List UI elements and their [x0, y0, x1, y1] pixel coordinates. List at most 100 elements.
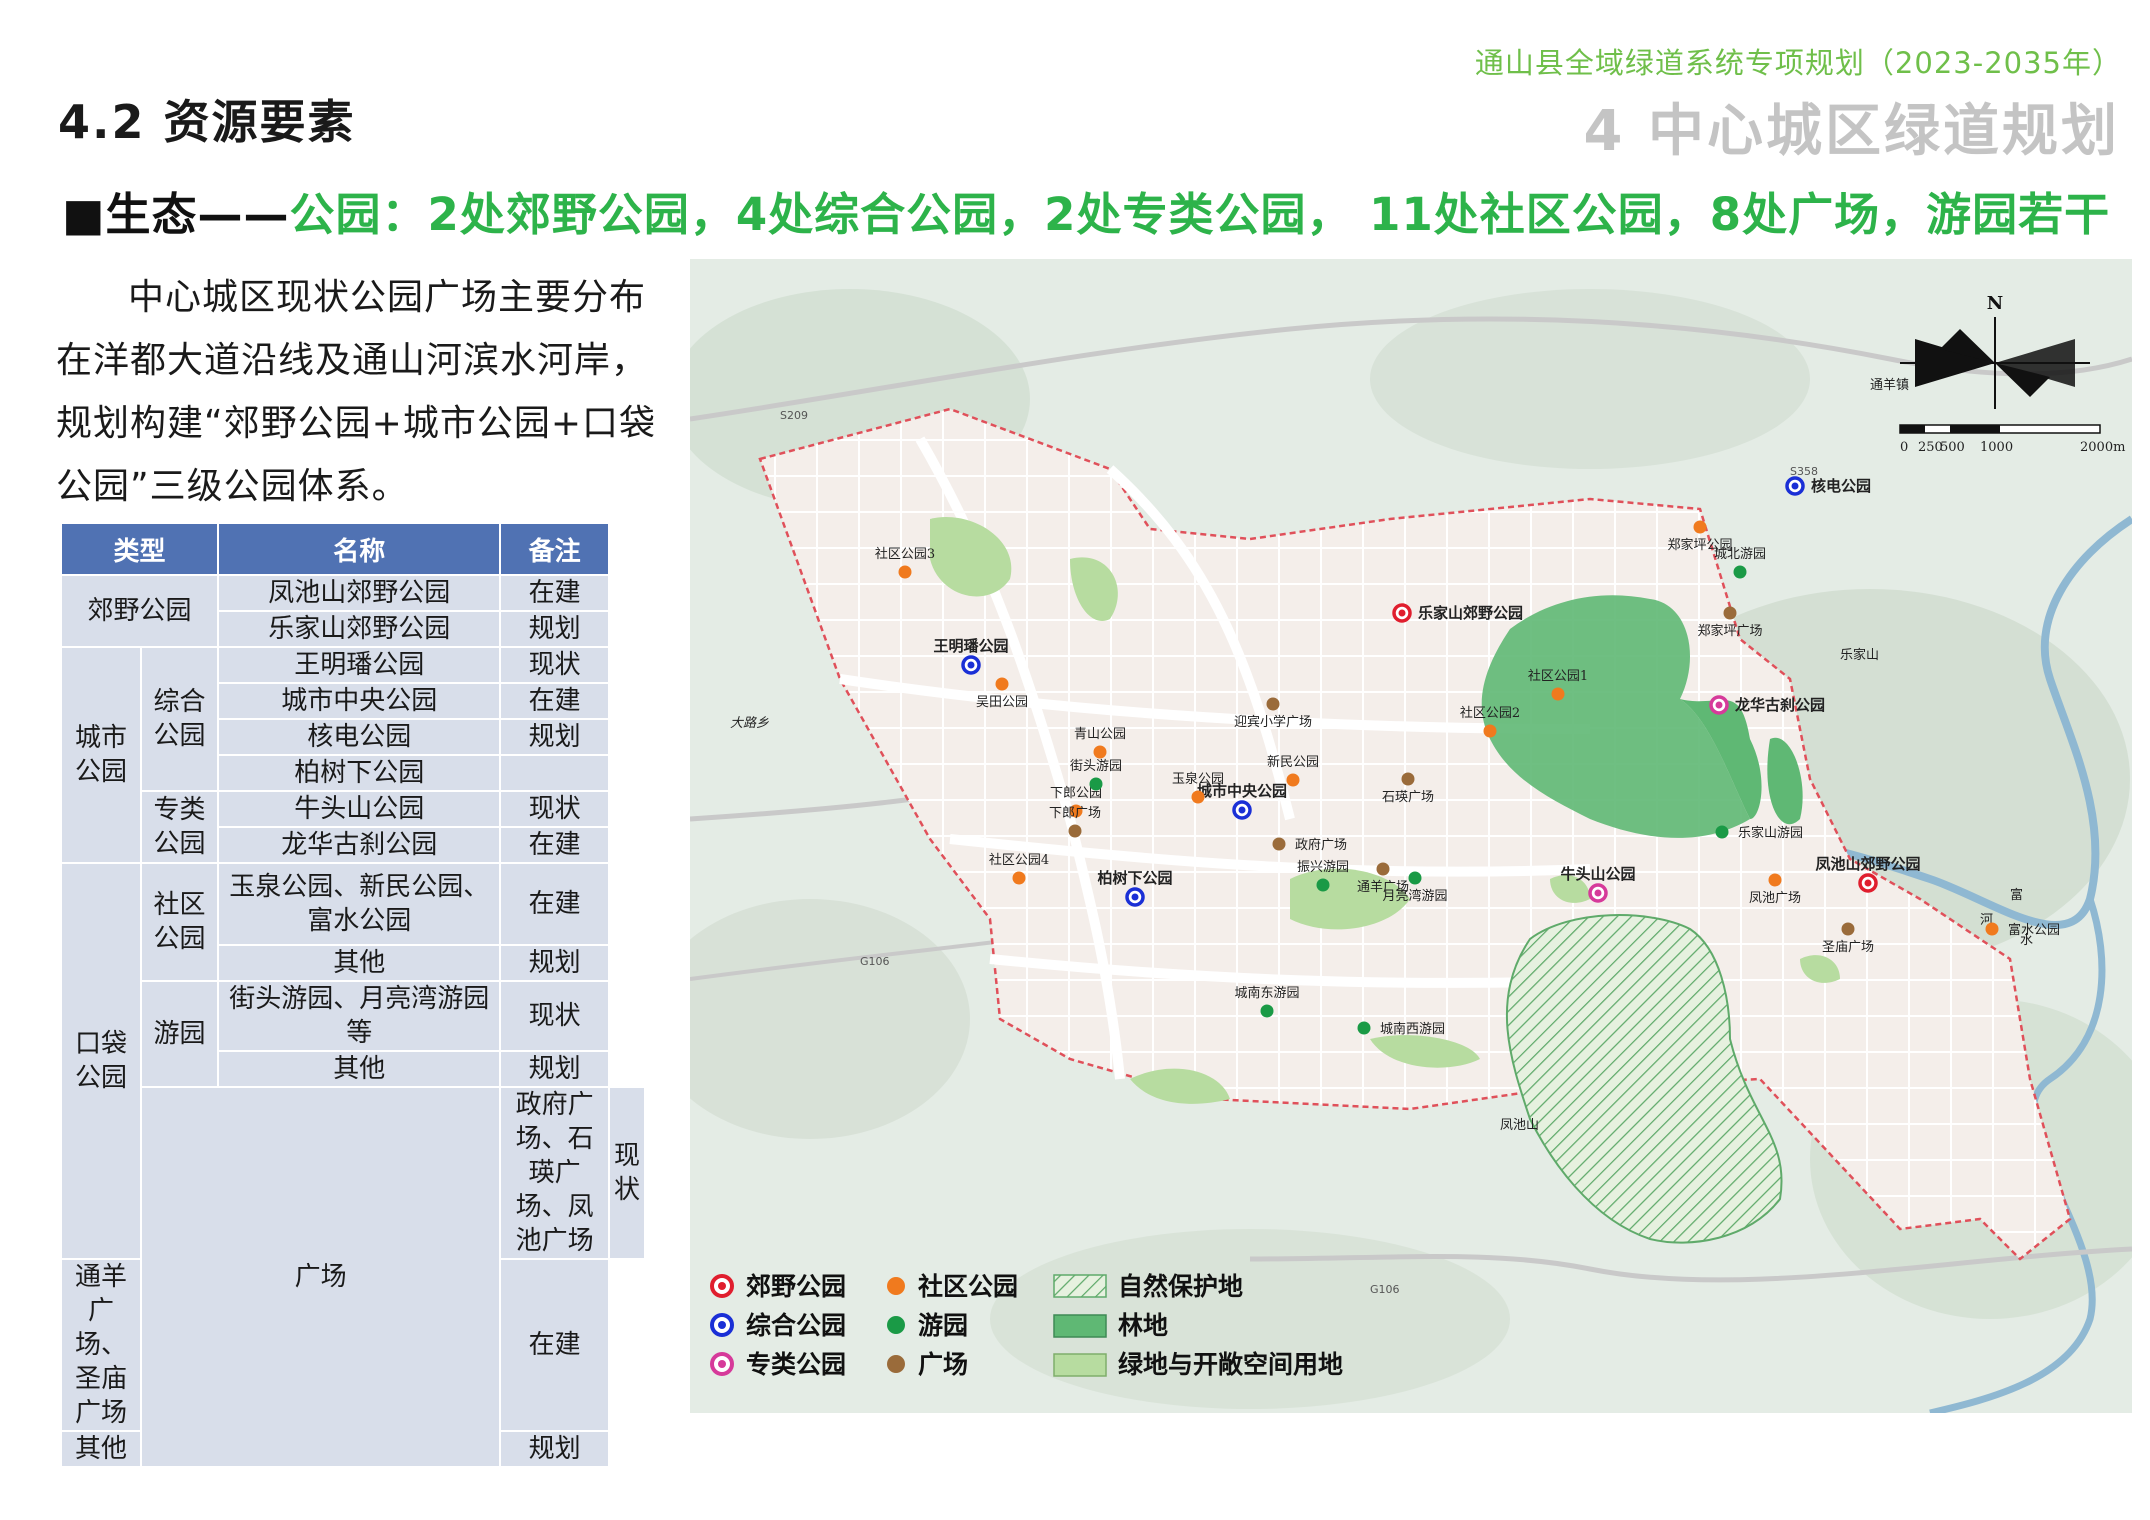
community-marker-label: 社区公园4: [989, 852, 1049, 868]
scale-bar: 0 250 500 1000 2000m: [1899, 424, 2125, 455]
intro-text: 中心城区现状公园广场主要分布在洋都大道沿线及通山河滨水河岸，规划构建“郊野公园+…: [56, 277, 656, 507]
garden-marker-label: 城南东游园: [1234, 985, 1299, 1001]
cell-name: 王明璠公园: [217, 646, 502, 684]
community-marker[interactable]: [1768, 873, 1782, 887]
park-map[interactable]: N 0 250 500 1000 2000m 乐家山 大路乡 凤池山 通羊镇 富…: [690, 259, 2132, 1413]
header-name: 名称: [217, 522, 502, 576]
group-country-park: 郊野公园: [59, 574, 220, 648]
comprehensive-marker-label: 柏树下公园: [1097, 869, 1172, 887]
road-g106-south: G106: [1370, 1283, 1400, 1296]
legend-special: 专类公园: [746, 1350, 846, 1379]
cell-note: 在建: [499, 826, 610, 864]
cell-name: 龙华古刹公园: [217, 826, 502, 864]
road-g106-west: G106: [860, 955, 890, 968]
legend-garden: 游园: [918, 1311, 968, 1340]
subgroup-special: 专类公园: [139, 790, 220, 864]
plaza-marker-label: 政府广场: [1295, 838, 1347, 853]
community-marker[interactable]: [1551, 687, 1565, 701]
garden-marker-label: 城南西游园: [1380, 1021, 1445, 1037]
plaza-marker-label: 石瑛广场: [1382, 790, 1434, 805]
garden-marker[interactable]: [1408, 871, 1422, 885]
section-title: 4.2 资源要素: [58, 95, 356, 149]
community-marker-label: 玉泉公园: [1172, 771, 1224, 787]
headline: ■生态——公园：2处郊野公园，4处综合公园，2处专类公园， 11处社区公园，8处…: [62, 178, 2110, 243]
cell-note: 在建: [499, 862, 610, 946]
garden-marker[interactable]: [1733, 565, 1747, 579]
plaza-marker[interactable]: [1401, 772, 1415, 786]
cell-name: 其他: [60, 1430, 142, 1468]
community-marker-label: 社区公园2: [1460, 705, 1520, 721]
community-marker[interactable]: [1483, 724, 1497, 738]
comprehensive-marker-center: [967, 661, 975, 669]
cell-note: 现状: [607, 1086, 647, 1260]
garden-marker[interactable]: [1316, 878, 1330, 892]
header-type: 类型: [59, 522, 220, 576]
garden-marker[interactable]: [1089, 777, 1103, 791]
table-row: 广场 政府广场、石瑛广场、凤池广场 现状: [61, 1086, 647, 1468]
scale-500: 500: [1940, 440, 1965, 455]
cell-note: 规划: [499, 610, 610, 648]
place-dalu: 大路乡: [730, 716, 769, 731]
country-marker-label: 凤池山郊野公园: [1815, 855, 1920, 873]
plaza-marker[interactable]: [1723, 606, 1737, 620]
comprehensive-marker-label: 王明璠公园: [933, 637, 1008, 655]
special-marker-center: [1715, 701, 1723, 709]
community-marker-label: 富水公园: [2008, 922, 2060, 938]
legend-forest: 林地: [1118, 1311, 1168, 1340]
garden-marker-label: 城北游园: [1714, 547, 1766, 562]
community-marker-label: 吴田公园: [976, 695, 1028, 710]
special-marker-label: 龙华古刹公园: [1734, 696, 1825, 714]
compass-label: N: [1987, 293, 2003, 314]
community-marker-label: 社区公园1: [1528, 668, 1588, 684]
community-marker[interactable]: [1985, 922, 1999, 936]
cell-name: 凤池山郊野公园: [217, 574, 502, 612]
comprehensive-marker-center: [1791, 482, 1799, 490]
garden-marker[interactable]: [1260, 1004, 1274, 1018]
plaza-marker[interactable]: [1266, 697, 1280, 711]
community-marker[interactable]: [995, 677, 1009, 691]
community-marker[interactable]: [898, 565, 912, 579]
legend-reserve-swatch: [1053, 1274, 1107, 1298]
subgroup-comprehensive: 综合公园: [139, 646, 220, 792]
special-marker-label: 牛头山公园: [1560, 865, 1635, 883]
legend-comprehensive: 综合公园: [746, 1311, 846, 1340]
comprehensive-marker-label: 核电公园: [1811, 477, 1871, 495]
intro-paragraph: 中心城区现状公园广场主要分布在洋都大道沿线及通山河滨水河岸，规划构建“郊野公园+…: [56, 266, 656, 518]
garden-marker[interactable]: [1715, 825, 1729, 839]
group-pocket-park: 口袋公园: [60, 862, 142, 1260]
plaza-marker[interactable]: [1841, 922, 1855, 936]
headline-text: 公园：2处郊野公园，4处综合公园，2处专类公园， 11处社区公园，8处广场，游园…: [289, 188, 2111, 241]
place-fengchishan: 凤池山: [1500, 1118, 1539, 1133]
group-plaza: 广场: [139, 1086, 502, 1468]
plaza-marker[interactable]: [1068, 824, 1082, 838]
plaza-marker-label: 迎宾小学广场: [1234, 714, 1312, 730]
plaza-marker-label: 下郎广场: [1049, 806, 1101, 821]
place-tongyang: 通羊镇: [1870, 377, 1909, 393]
country-marker-label: 乐家山郊野公园: [1418, 604, 1523, 622]
cell-note: 规划: [499, 944, 610, 982]
cell-name: 街头游园、月亮湾游园等: [217, 980, 502, 1052]
special-marker-center: [1594, 889, 1602, 897]
community-marker[interactable]: [1693, 520, 1707, 534]
cell-note: 现状: [499, 646, 610, 684]
community-marker-label: 社区公园3: [875, 546, 935, 562]
community-marker[interactable]: [1286, 773, 1300, 787]
cell-name: 其他: [217, 944, 502, 982]
legend-green-swatch: [1053, 1353, 1107, 1377]
cell-note: 在建: [499, 682, 610, 720]
community-marker[interactable]: [1191, 790, 1205, 804]
legend-country: 郊野公园: [746, 1272, 846, 1301]
cell-note: 在建: [499, 1258, 610, 1432]
garden-marker[interactable]: [1357, 1021, 1371, 1035]
plaza-marker[interactable]: [1272, 837, 1286, 851]
scale-1000: 1000: [1980, 440, 2013, 455]
subgroup-community: 社区公园: [139, 862, 220, 982]
community-marker-label: 新民公园: [1267, 754, 1319, 770]
cell-note: 现状: [499, 790, 610, 828]
legend-plaza: 广场: [918, 1350, 968, 1379]
plaza-marker[interactable]: [1376, 862, 1390, 876]
community-marker[interactable]: [1012, 871, 1026, 885]
legend-forest-swatch: [1053, 1314, 1107, 1338]
community-marker[interactable]: [1093, 745, 1107, 759]
place-lejiashan: 乐家山: [1840, 647, 1879, 663]
